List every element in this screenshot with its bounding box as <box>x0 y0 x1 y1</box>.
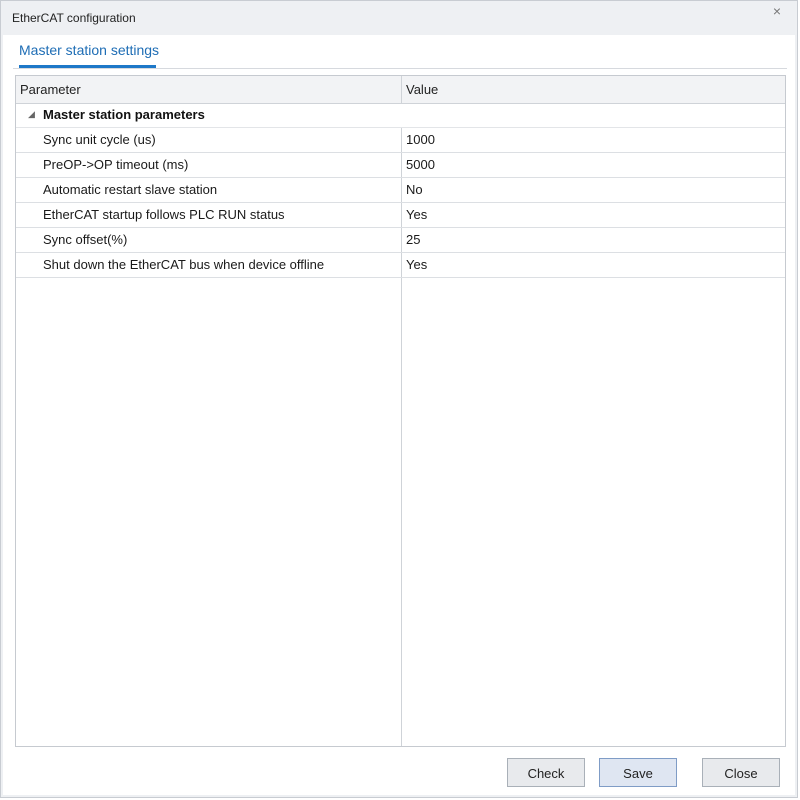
collapse-arrow-icon[interactable]: ◢ <box>28 109 35 120</box>
save-button[interactable]: Save <box>599 758 677 787</box>
row-divider <box>401 228 402 252</box>
window-title: EtherCAT configuration <box>12 11 136 25</box>
parameter-name: EtherCAT startup follows PLC RUN status <box>43 207 285 222</box>
group-label: Master station parameters <box>43 107 205 122</box>
parameter-name: Shut down the EtherCAT bus when device o… <box>43 257 325 272</box>
column-header-value[interactable]: Value <box>406 76 438 103</box>
parameter-value[interactable]: 25 <box>406 232 420 247</box>
parameter-value[interactable]: 5000 <box>406 157 435 172</box>
row-divider <box>401 153 402 177</box>
close-button[interactable]: Close <box>702 758 780 787</box>
close-icon[interactable]: × <box>769 3 785 19</box>
table-row[interactable]: EtherCAT startup follows PLC RUN status … <box>16 203 785 228</box>
row-divider <box>401 128 402 152</box>
parameter-name: PreOP->OP timeout (ms) <box>43 157 189 172</box>
check-button[interactable]: Check <box>507 758 585 787</box>
row-divider <box>401 178 402 202</box>
table-row[interactable]: Sync offset(%) 25 <box>16 228 785 253</box>
table-row[interactable]: Automatic restart slave station No <box>16 178 785 203</box>
group-row-master-station-parameters[interactable]: ◢ Master station parameters <box>16 104 785 128</box>
table-row[interactable]: Sync unit cycle (us) 1000 <box>16 128 785 153</box>
parameter-value[interactable]: Yes <box>406 257 427 272</box>
parameter-name: Sync offset(%) <box>43 232 128 247</box>
parameter-name: Automatic restart slave station <box>43 182 218 197</box>
row-divider <box>401 203 402 227</box>
row-divider <box>401 253 402 277</box>
table-row[interactable]: PreOP->OP timeout (ms) 5000 <box>16 153 785 178</box>
column-header-parameter[interactable]: Parameter <box>20 76 81 103</box>
dialog-content: Master station settings Parameter Value … <box>3 35 795 795</box>
title-bar: EtherCAT configuration × <box>1 1 797 35</box>
parameter-value[interactable]: No <box>406 182 423 197</box>
property-grid: Parameter Value ◢ Master station paramet… <box>15 75 786 747</box>
table-row[interactable]: Shut down the EtherCAT bus when device o… <box>16 253 785 278</box>
parameter-value[interactable]: Yes <box>406 207 427 222</box>
parameter-name: Sync unit cycle (us) <box>43 132 156 147</box>
tab-divider <box>13 68 787 69</box>
parameter-value[interactable]: 1000 <box>406 132 435 147</box>
dialog-window: EtherCAT configuration × Master station … <box>0 0 798 798</box>
tab-master-station-settings[interactable]: Master station settings <box>19 42 159 58</box>
